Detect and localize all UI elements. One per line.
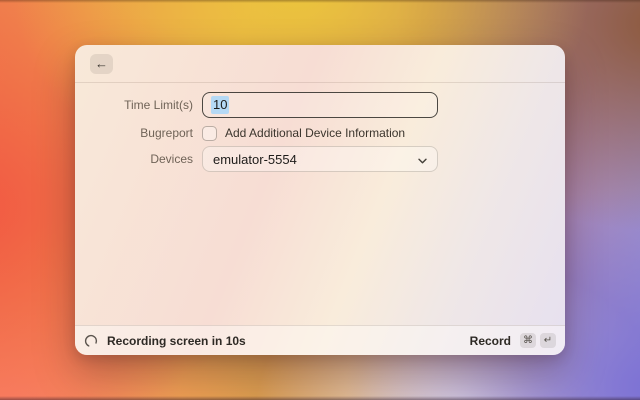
time-limit-label: Time Limit(s): [89, 98, 193, 112]
footer-bar: Recording screen in 10s Record ⌘ ↵: [75, 325, 565, 355]
form-row-devices: Devices emulator-5554: [89, 146, 565, 172]
form-row-time-limit: Time Limit(s) 10: [89, 91, 565, 118]
chevron-down-icon: [418, 152, 427, 167]
bugreport-label: Bugreport: [89, 126, 193, 140]
record-button[interactable]: Record ⌘ ↵: [470, 333, 556, 348]
footer-status-group: Recording screen in 10s: [84, 334, 246, 348]
time-limit-input[interactable]: 10: [202, 92, 438, 118]
devices-dropdown[interactable]: emulator-5554: [202, 146, 438, 172]
spinner-icon: [84, 334, 98, 348]
desktop-background: ← Time Limit(s) 10 Bugreport Add Additio…: [0, 0, 640, 400]
devices-label: Devices: [89, 152, 193, 166]
return-key-icon: ↵: [540, 333, 556, 348]
form-row-bugreport: Bugreport Add Additional Device Informat…: [89, 123, 565, 143]
record-button-label: Record: [470, 334, 511, 348]
time-limit-value: 10: [211, 96, 229, 114]
app-window: ← Time Limit(s) 10 Bugreport Add Additio…: [75, 45, 565, 355]
bottom-edge-shade: [0, 396, 640, 400]
checkbox-unchecked-icon[interactable]: [202, 126, 217, 141]
bugreport-checkbox-label: Add Additional Device Information: [225, 126, 405, 140]
devices-dropdown-value: emulator-5554: [213, 152, 297, 167]
back-button[interactable]: ←: [90, 54, 113, 74]
command-key-icon: ⌘: [520, 333, 536, 348]
status-text: Recording screen in 10s: [107, 334, 246, 348]
form: Time Limit(s) 10 Bugreport Add Additiona…: [75, 83, 565, 172]
top-edge-shade: [0, 0, 640, 3]
bugreport-checkbox-group[interactable]: Add Additional Device Information: [202, 126, 405, 141]
window-header: ←: [75, 45, 565, 83]
back-arrow-icon: ←: [95, 57, 108, 70]
